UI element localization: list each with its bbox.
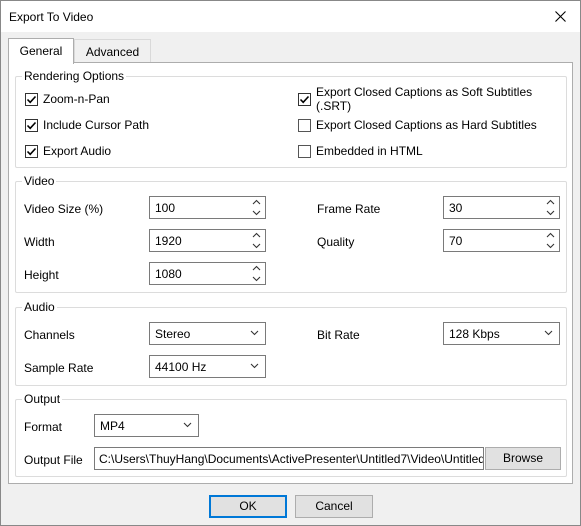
format-label: Format	[24, 420, 63, 434]
checkbox-unchecked-icon	[298, 144, 311, 158]
sample-rate-select[interactable]: 44100 Hz	[149, 355, 266, 378]
spin-arrows-icon	[252, 199, 261, 216]
zoom-n-pan-checkbox[interactable]: Zoom-n-Pan	[25, 91, 110, 107]
close-icon	[554, 11, 566, 22]
channels-select[interactable]: Stereo	[149, 322, 266, 345]
cancel-button[interactable]: Cancel	[295, 495, 373, 518]
bit-rate-select[interactable]: 128 Kbps	[443, 322, 560, 345]
export-video-dialog: Export To Video General Advanced Renderi…	[0, 0, 581, 526]
include-cursor-path-checkbox[interactable]: Include Cursor Path	[25, 117, 149, 133]
bit-rate-value: 128 Kbps	[449, 327, 500, 341]
spin-arrows-icon	[546, 199, 555, 216]
output-group: Output Format MP4 Output File C:\Users\T…	[15, 392, 567, 477]
checkbox-checked-icon	[298, 92, 311, 106]
sample-rate-label: Sample Rate	[24, 361, 94, 375]
embedded-html-label: Embedded in HTML	[316, 144, 423, 158]
zoom-n-pan-label: Zoom-n-Pan	[43, 92, 110, 106]
dialog-title: Export To Video	[9, 10, 94, 24]
frame-rate-value: 30	[449, 201, 463, 215]
height-label: Height	[24, 268, 59, 282]
channels-value: Stereo	[155, 327, 191, 341]
soft-subtitles-checkbox[interactable]: Export Closed Captions as Soft Subtitles…	[298, 85, 566, 113]
frame-rate-label: Frame Rate	[317, 202, 381, 216]
checkbox-checked-icon	[25, 144, 38, 158]
tab-advanced[interactable]: Advanced	[74, 39, 151, 63]
video-size-spinbox[interactable]: 100	[149, 196, 266, 219]
export-audio-checkbox[interactable]: Export Audio	[25, 143, 111, 159]
spin-arrows-icon	[252, 232, 261, 249]
quality-value: 70	[449, 234, 463, 248]
embedded-html-checkbox[interactable]: Embedded in HTML	[298, 143, 423, 159]
format-value: MP4	[100, 419, 125, 433]
width-spinbox[interactable]: 1920	[149, 229, 266, 252]
rendering-options-group: Rendering Options Zoom-n-Pan Include Cur…	[15, 69, 567, 168]
quality-label: Quality	[317, 235, 355, 249]
tab-general[interactable]: General	[8, 38, 74, 64]
checkbox-checked-icon	[25, 118, 38, 132]
soft-subtitles-label: Export Closed Captions as Soft Subtitles…	[316, 85, 533, 113]
ok-button[interactable]: OK	[209, 495, 287, 518]
height-value: 1080	[155, 267, 182, 281]
checkbox-checked-icon	[25, 92, 38, 106]
chevron-down-icon	[250, 363, 259, 369]
channels-label: Channels	[24, 328, 75, 342]
general-tab-panel: Rendering Options Zoom-n-Pan Include Cur…	[8, 62, 573, 484]
chevron-down-icon	[183, 422, 192, 428]
chevron-down-icon	[250, 330, 259, 336]
output-file-label: Output File	[24, 453, 83, 467]
chevron-down-icon	[544, 330, 553, 336]
checkbox-unchecked-icon	[298, 118, 311, 132]
bit-rate-label: Bit Rate	[317, 328, 360, 342]
output-file-input[interactable]: C:\Users\ThuyHang\Documents\ActivePresen…	[94, 447, 484, 470]
audio-legend: Audio	[22, 300, 57, 314]
video-group: Video Video Size (%) 100 Width 1920 Heig…	[15, 174, 567, 293]
browse-button[interactable]: Browse	[485, 447, 561, 470]
spin-arrows-icon	[546, 232, 555, 249]
frame-rate-spinbox[interactable]: 30	[443, 196, 560, 219]
width-value: 1920	[155, 234, 182, 248]
video-size-value: 100	[155, 201, 176, 215]
format-select[interactable]: MP4	[94, 414, 199, 437]
audio-group: Audio Channels Stereo Sample Rate 44100 …	[15, 300, 567, 386]
include-cursor-path-label: Include Cursor Path	[43, 118, 150, 132]
sample-rate-value: 44100 Hz	[155, 360, 207, 374]
quality-spinbox[interactable]: 70	[443, 229, 560, 252]
width-label: Width	[24, 235, 55, 249]
close-button[interactable]	[540, 1, 580, 32]
video-size-label: Video Size (%)	[24, 202, 104, 216]
hard-subtitles-label: Export Closed Captions as Hard Subtitles	[316, 118, 537, 132]
spin-arrows-icon	[252, 265, 261, 282]
output-file-value: C:\Users\ThuyHang\Documents\ActivePresen…	[99, 452, 484, 466]
video-legend: Video	[22, 174, 57, 188]
height-spinbox[interactable]: 1080	[149, 262, 266, 285]
output-legend: Output	[22, 392, 63, 406]
rendering-options-legend: Rendering Options	[22, 69, 127, 83]
export-audio-label: Export Audio	[43, 144, 112, 158]
title-bar: Export To Video	[1, 1, 580, 32]
hard-subtitles-checkbox[interactable]: Export Closed Captions as Hard Subtitles	[298, 117, 537, 133]
